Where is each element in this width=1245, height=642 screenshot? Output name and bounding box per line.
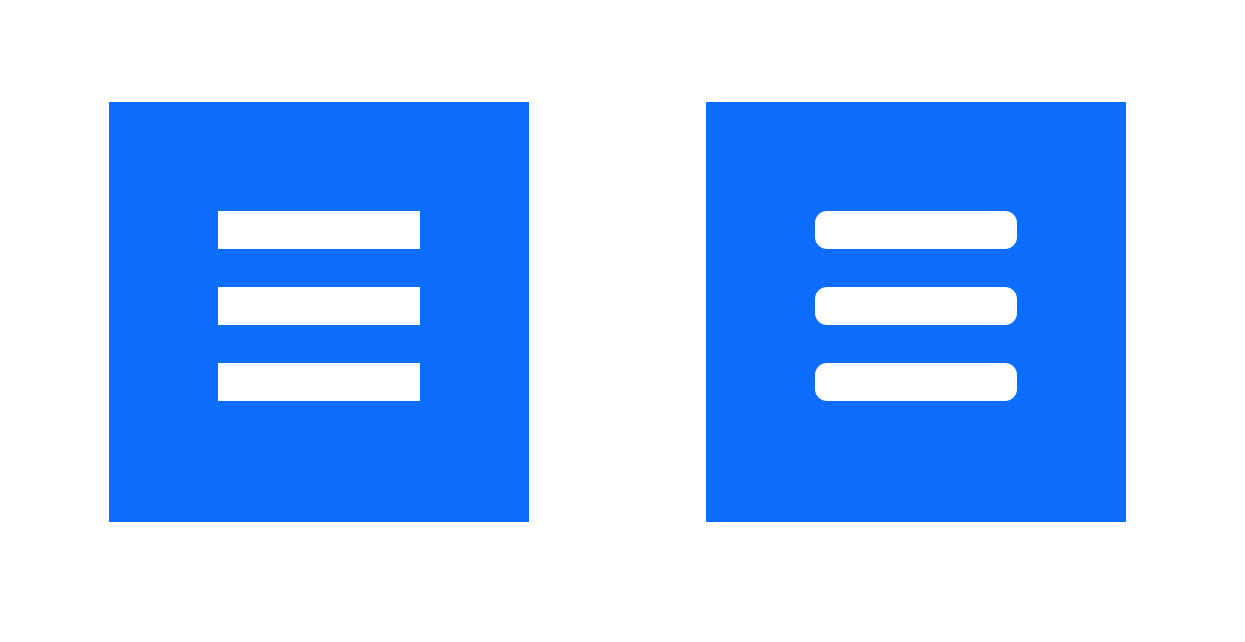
menu-bar-top — [218, 211, 420, 249]
menu-bar-bottom — [815, 363, 1017, 401]
menu-button-rounded[interactable] — [706, 102, 1126, 522]
menu-bar-bottom — [218, 363, 420, 401]
menu-bar-middle — [218, 287, 420, 325]
menu-bar-middle — [815, 287, 1017, 325]
menu-button-square[interactable] — [109, 102, 529, 522]
menu-bar-top — [815, 211, 1017, 249]
